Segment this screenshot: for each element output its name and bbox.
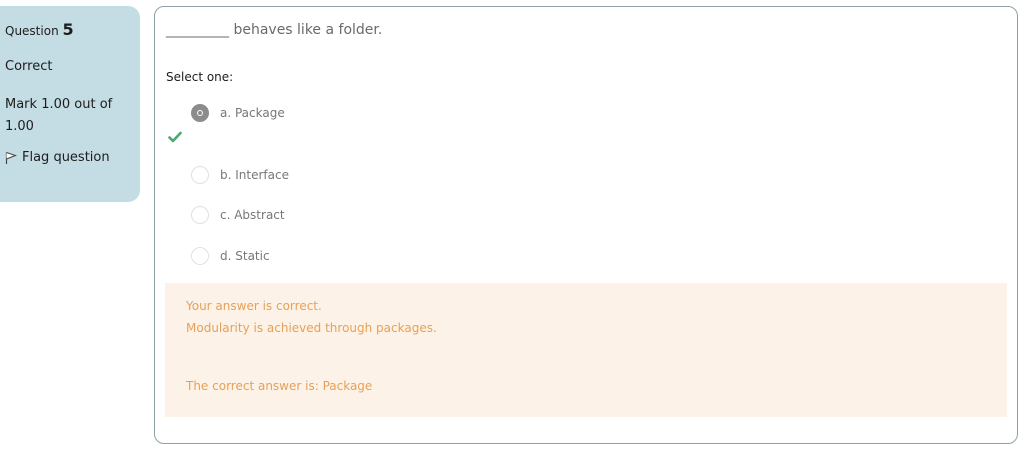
option-d-label: d. Static bbox=[220, 249, 270, 263]
question-grade: Mark 1.00 out of 1.00 bbox=[5, 97, 113, 134]
option-b-label: b. Interface bbox=[220, 168, 289, 182]
option-a[interactable]: a. Package bbox=[191, 104, 285, 122]
specific-feedback: Your answer is correct. bbox=[186, 299, 322, 313]
flag-question-button[interactable]: Flag question bbox=[5, 150, 134, 165]
option-a-label: a. Package bbox=[220, 106, 285, 120]
question-text: _________ behaves like a folder. bbox=[166, 22, 383, 38]
radio-option-c[interactable] bbox=[191, 206, 209, 224]
radio-option-d[interactable] bbox=[191, 247, 209, 265]
flag-icon bbox=[5, 151, 17, 164]
right-answer: The correct answer is: Package bbox=[186, 379, 373, 393]
question-number: Question 5 bbox=[5, 20, 134, 39]
radio-option-b[interactable] bbox=[191, 166, 209, 184]
radio-option-a[interactable] bbox=[191, 104, 209, 122]
question-info-panel: Question 5 Correct Mark 1.00 out of 1.00… bbox=[0, 6, 140, 202]
feedback-box: Your answer is correct. Modularity is ac… bbox=[165, 283, 1007, 417]
general-feedback: Modularity is achieved through packages. bbox=[186, 321, 437, 335]
question-label: Question bbox=[5, 24, 59, 38]
option-c-label: c. Abstract bbox=[220, 208, 285, 222]
question-content: _________ behaves like a folder. Select … bbox=[154, 6, 1018, 444]
question-state: Correct bbox=[5, 59, 53, 74]
select-one-prompt: Select one: bbox=[166, 70, 234, 84]
option-b[interactable]: b. Interface bbox=[191, 166, 289, 184]
question-number-value: 5 bbox=[62, 20, 74, 39]
option-c[interactable]: c. Abstract bbox=[191, 206, 285, 224]
correct-check-icon bbox=[168, 131, 182, 143]
option-d[interactable]: d. Static bbox=[191, 247, 270, 265]
flag-question-label: Flag question bbox=[22, 150, 110, 165]
